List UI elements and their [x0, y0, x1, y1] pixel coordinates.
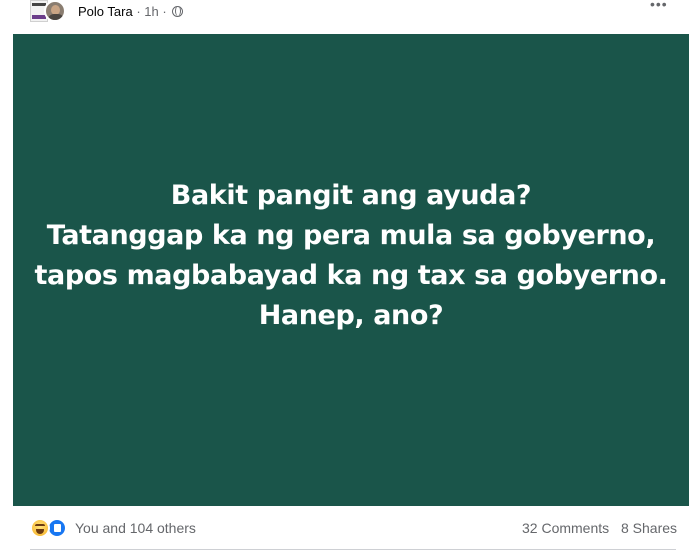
post-text-card: Bakit pangit ang ayuda? Tatanggap ka ng … — [13, 34, 689, 506]
post-text: Bakit pangit ang ayuda? Tatanggap ka ng … — [35, 176, 668, 336]
avatar[interactable] — [44, 0, 66, 22]
post-header: Polo Tara · 1h · ••• — [0, 0, 689, 34]
meta-separator-2: · — [162, 4, 167, 19]
more-icon[interactable]: ••• — [650, 0, 668, 11]
post-text-line: Tatanggap ka ng pera mula sa gobyerno, — [46, 220, 656, 251]
post-time[interactable]: 1h — [144, 4, 158, 19]
post-text-line: tapos magbabayad ka ng tax sa gobyerno. — [34, 260, 668, 291]
author-name[interactable]: Polo Tara — [78, 4, 133, 19]
post-footer: You and 104 others 32 Comments 8 Shares — [0, 506, 689, 552]
like-icon — [47, 518, 67, 538]
haha-icon — [30, 518, 50, 538]
globe-icon[interactable] — [172, 6, 184, 17]
post-text-line: Bakit pangit ang ayuda? — [170, 180, 532, 211]
meta-separator: · — [136, 4, 141, 19]
post-text-line: Hanep, ano? — [258, 300, 444, 331]
comments-count[interactable]: 32 Comments — [522, 520, 609, 536]
post-meta: Polo Tara · 1h · — [78, 4, 184, 20]
reaction-icons[interactable] — [30, 518, 70, 538]
reaction-count[interactable]: You and 104 others — [75, 520, 196, 536]
divider — [30, 549, 676, 550]
shares-count[interactable]: 8 Shares — [621, 520, 677, 536]
